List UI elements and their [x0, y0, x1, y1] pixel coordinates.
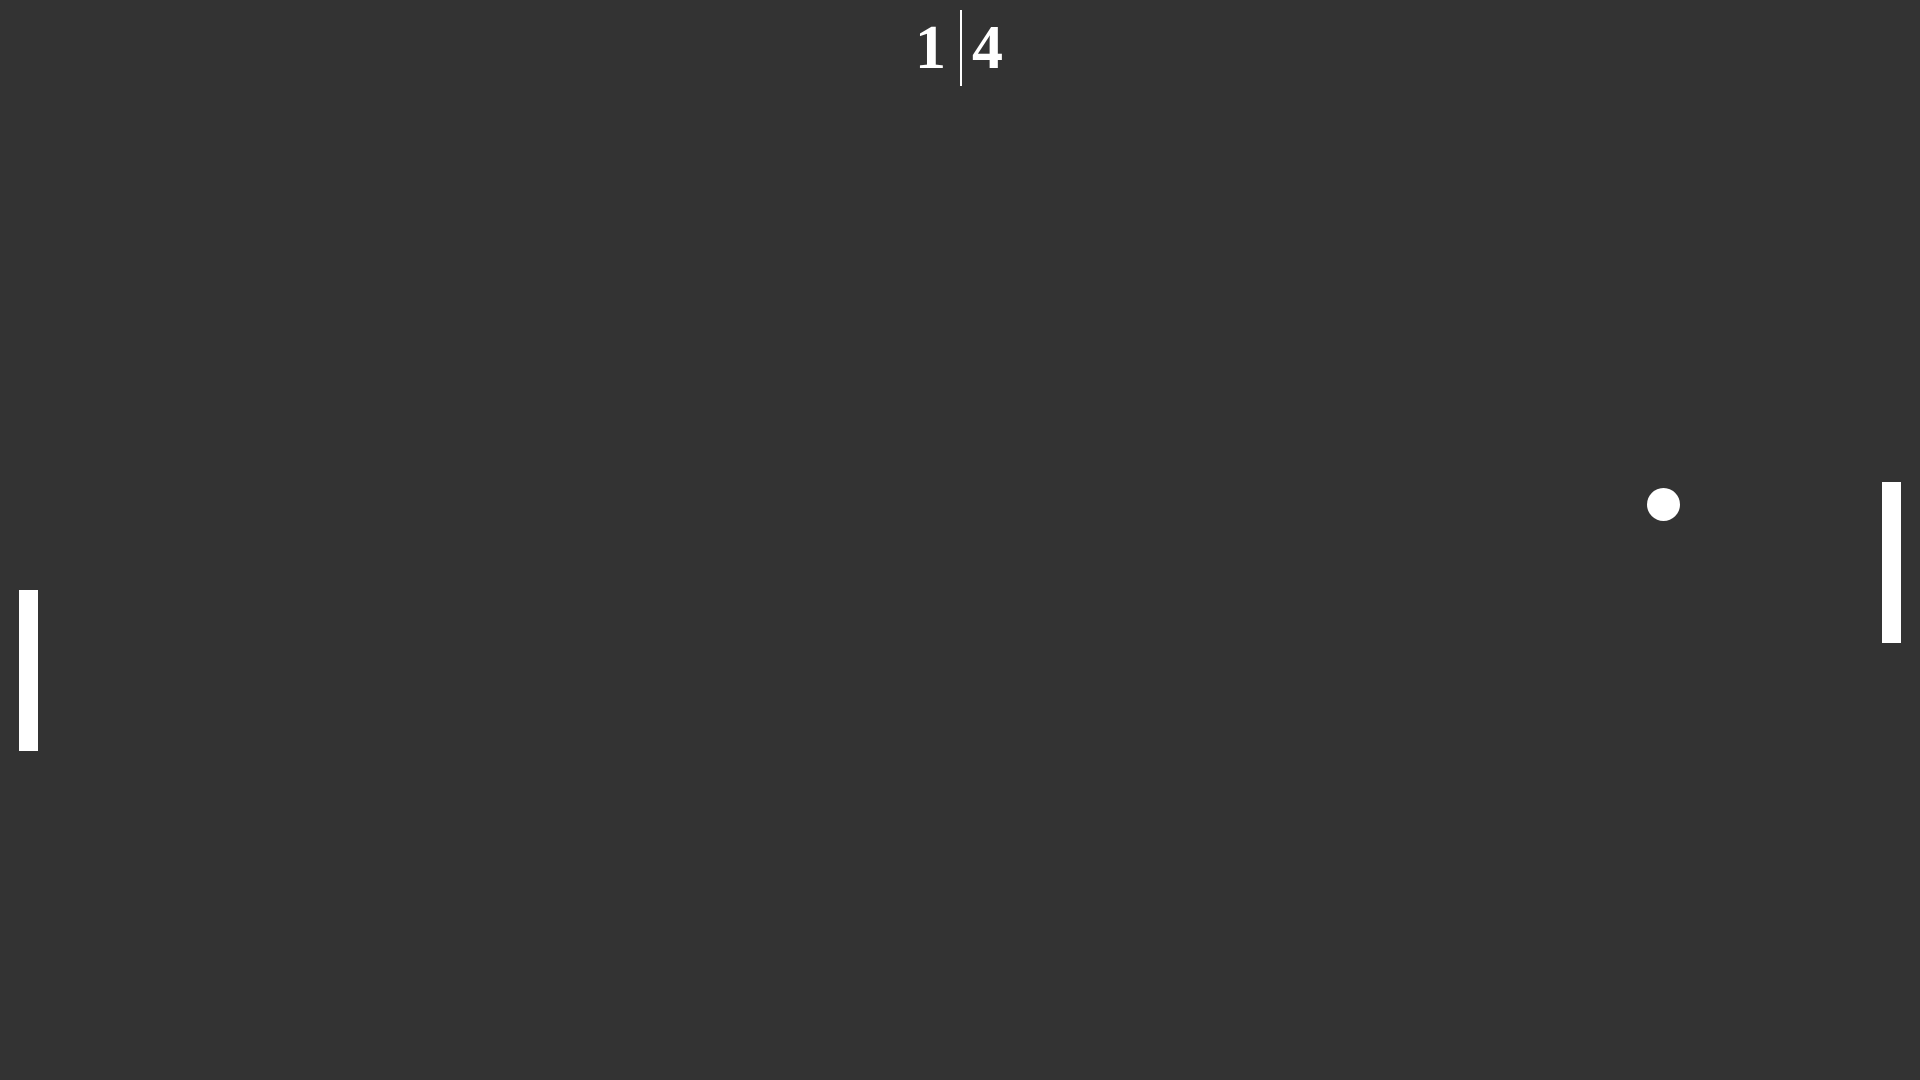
score-divider: [960, 10, 962, 86]
right-player-score: 4: [972, 14, 1003, 82]
ball-icon: [1647, 488, 1680, 521]
left-paddle[interactable]: [19, 590, 38, 751]
left-player-score: 1: [915, 14, 946, 82]
right-paddle[interactable]: [1882, 482, 1901, 643]
game-board[interactable]: 1 4: [0, 0, 1920, 1080]
